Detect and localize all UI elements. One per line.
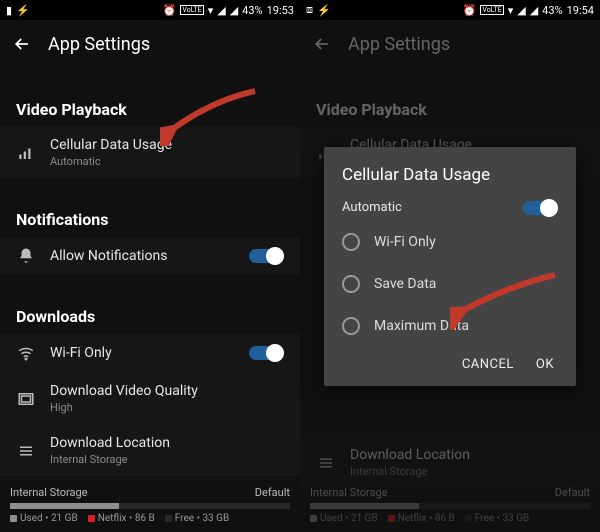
location-label: Download Location <box>50 435 284 451</box>
radio-icon <box>342 275 360 293</box>
volte-icon: VoLTE <box>180 5 203 15</box>
quality-value: High <box>50 401 284 414</box>
row-download-location[interactable]: Download Location Internal Storage <box>0 424 300 476</box>
signal-icon: ◢ <box>217 4 225 17</box>
radio-icon <box>342 317 360 335</box>
back-icon[interactable] <box>12 34 32 54</box>
cancel-button[interactable]: CANCEL <box>462 357 514 372</box>
option-label: Wi-Fi Only <box>374 234 436 250</box>
option-maximum-data[interactable]: Maximum Data <box>342 305 558 347</box>
bolt-icon: ⚡ <box>16 4 30 17</box>
camera-icon: ▮ <box>6 4 12 17</box>
section-downloads-header: Downloads <box>0 293 300 334</box>
row-wifi-only[interactable]: Wi-Fi Only <box>0 334 300 372</box>
ok-button[interactable]: OK <box>536 357 554 372</box>
clock-text: 19:53 <box>267 4 294 17</box>
cellular-data-dialog: Cellular Data Usage Automatic Wi-Fi Only… <box>324 147 576 386</box>
toggle-wifi-only[interactable] <box>248 344 284 362</box>
signal-bars-icon <box>16 144 36 162</box>
row-cellular-data-usage[interactable]: Cellular Data Usage Automatic <box>0 127 300 178</box>
status-bar: ▮ ⚡ ⏰ VoLTE ▾ ◢ ◢ 43% 19:53 <box>0 0 300 20</box>
location-icon <box>16 442 36 460</box>
bell-icon <box>16 247 36 265</box>
section-notif-header: Notifications <box>0 196 300 237</box>
screen-right: ⧈ ⚡ ⏰ VoLTE ▾ ◢ ◢ 43% 19:54 App Settings… <box>300 0 600 532</box>
wifi-row-icon <box>16 344 36 362</box>
storage-panel: Internal Storage Default Used • 21 GB Ne… <box>0 482 300 532</box>
signal-icon-2: ◢ <box>230 4 238 17</box>
quality-label: Download Video Quality <box>50 383 284 399</box>
cellular-value: Automatic <box>50 155 284 168</box>
storage-legend: Used • 21 GB Netflix • 86 B Free • 33 GB <box>10 513 290 524</box>
radio-icon <box>342 233 360 251</box>
dialog-overlay: Cellular Data Usage Automatic Wi-Fi Only… <box>300 0 600 532</box>
option-save-data[interactable]: Save Data <box>342 263 558 305</box>
screen-left: ▮ ⚡ ⏰ VoLTE ▾ ◢ ◢ 43% 19:53 App Settings… <box>0 0 300 532</box>
row-allow-notifications[interactable]: Allow Notifications <box>0 237 300 275</box>
quality-icon <box>16 390 36 408</box>
storage-bar <box>10 503 290 509</box>
alarm-icon: ⏰ <box>163 4 177 17</box>
option-wifi-only[interactable]: Wi-Fi Only <box>342 221 558 263</box>
storage-default: Default <box>255 486 290 499</box>
storage-title: Internal Storage <box>10 486 88 499</box>
wifi-only-label: Wi-Fi Only <box>50 345 234 361</box>
section-video-header: Video Playback <box>0 86 300 127</box>
cellular-label: Cellular Data Usage <box>50 137 284 153</box>
app-bar: App Settings <box>0 20 300 68</box>
option-label: Maximum Data <box>374 318 469 334</box>
allow-notif-label: Allow Notifications <box>50 248 234 264</box>
location-value: Internal Storage <box>50 453 284 466</box>
page-title: App Settings <box>48 34 150 55</box>
battery-text: 43% <box>242 4 262 17</box>
option-label: Save Data <box>374 276 436 292</box>
toggle-automatic[interactable] <box>522 199 558 217</box>
toggle-allow-notifications[interactable] <box>248 247 284 265</box>
dialog-title: Cellular Data Usage <box>342 165 558 185</box>
wifi-icon: ▾ <box>208 4 214 17</box>
row-download-quality[interactable]: Download Video Quality High <box>0 372 300 424</box>
dialog-automatic-label: Automatic <box>342 200 402 215</box>
